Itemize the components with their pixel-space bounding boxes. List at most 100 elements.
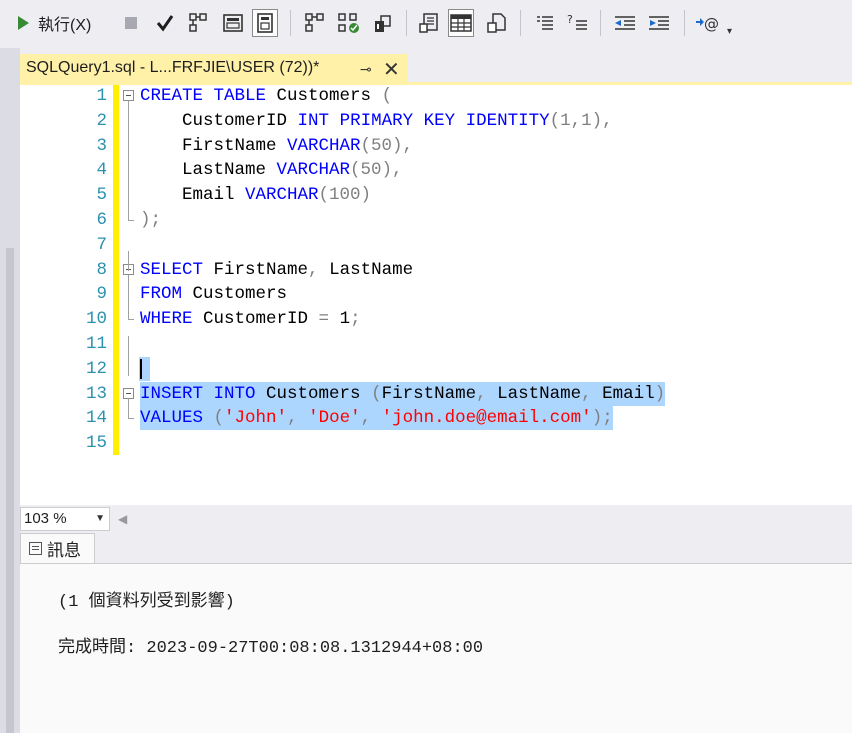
code-line[interactable]: 8 SELECT FirstName, LastName (20, 258, 852, 282)
include-actual-plan-button[interactable] (302, 9, 328, 37)
code-token: , (476, 383, 487, 404)
code-text: ); (140, 208, 161, 232)
decrease-indent-icon (615, 16, 635, 30)
query-options-button[interactable] (220, 9, 246, 37)
left-panel-edge (0, 48, 20, 733)
parse-button[interactable] (152, 9, 178, 37)
editor-status-bar: 103 % ▼ ◀ (20, 505, 852, 533)
messages-icon (29, 542, 42, 555)
code-line[interactable]: 9 FROM Customers (20, 282, 852, 306)
specify-template-values-button[interactable]: @ (694, 9, 720, 37)
code-text: CREATE TABLE Customers ( (140, 84, 392, 108)
parse-checkmark-icon (156, 15, 174, 32)
code-token: (50), (360, 135, 414, 156)
fold-guide-end (128, 319, 134, 321)
query-options-icon (223, 14, 243, 32)
left-scrollbar[interactable] (6, 248, 14, 733)
line-number: 14 (85, 408, 107, 429)
code-line[interactable]: 1 CREATE TABLE Customers ( (20, 84, 852, 108)
line-number: 7 (96, 234, 107, 255)
results-to-file-icon (487, 13, 506, 33)
uncomment-icon: ? (567, 13, 587, 30)
collapse-region-icon[interactable] (123, 90, 134, 101)
zoom-select[interactable]: 103 % ▼ (20, 507, 110, 531)
stop-button[interactable] (118, 9, 144, 37)
code-token: FirstName (381, 383, 477, 404)
code-token: LastName (486, 383, 582, 404)
comment-out-icon (537, 16, 553, 30)
line-number: 5 (96, 185, 107, 206)
code-token: = (318, 309, 330, 330)
specify-template-values-icon: @ (696, 15, 719, 33)
uncomment-button[interactable]: ? (564, 9, 590, 37)
code-line[interactable]: 5 Email VARCHAR(100) (20, 183, 852, 207)
code-token: ); (140, 210, 162, 230)
increase-indent-icon (649, 16, 669, 30)
decrease-indent-button[interactable] (612, 9, 638, 37)
execute-button[interactable]: 執行(X) (12, 9, 108, 37)
client-statistics-button[interactable] (370, 9, 396, 37)
tab-messages[interactable]: 訊息 (20, 533, 95, 563)
fold-guide (128, 274, 129, 320)
results-to-text-button[interactable] (416, 9, 442, 37)
comment-out-button[interactable] (532, 9, 558, 37)
fold-guide (128, 101, 129, 220)
code-token: SELECT (140, 259, 204, 280)
increase-indent-button[interactable] (646, 9, 672, 37)
code-token: INT (297, 110, 330, 131)
live-query-stats-button[interactable] (336, 9, 362, 37)
close-icon[interactable]: ✕ (383, 57, 400, 82)
intellisense-toggle-button[interactable] (252, 9, 278, 37)
code-token: ( (213, 408, 225, 429)
stop-icon (125, 17, 137, 29)
results-to-file-button[interactable] (484, 9, 510, 37)
code-token: CustomerID (140, 110, 298, 131)
code-token: CustomerID (192, 309, 319, 330)
code-token: ; (350, 309, 361, 330)
tab-title: SQLQuery1.sql - L...FRFJIE\USER (72))* (26, 59, 320, 76)
display-estimated-plan-button[interactable] (186, 9, 212, 37)
code-line[interactable]: 11 (20, 332, 852, 356)
code-token: Customers (255, 383, 372, 404)
code-line[interactable]: 14 VALUES ('John', 'Doe', 'john.doe@email… (20, 406, 852, 431)
code-line[interactable]: 15 (20, 431, 852, 455)
execute-label: 執行(X) (38, 17, 92, 34)
code-token: LastName (318, 259, 414, 280)
code-token: IDENTITY (465, 110, 550, 131)
code-token: 'Doe' (308, 408, 361, 429)
collapse-region-icon[interactable] (123, 387, 134, 399)
messages-tab-label: 訊息 (47, 541, 81, 560)
code-line[interactable]: 4 LastName VARCHAR(50), (20, 158, 852, 182)
code-token: Email (140, 185, 246, 206)
line-number: 9 (96, 284, 107, 305)
results-to-grid-icon (450, 14, 472, 32)
line-number: 3 (96, 135, 107, 156)
code-token: Email (591, 383, 655, 404)
scroll-left-icon[interactable]: ◀ (118, 512, 127, 526)
code-token: 'John' (224, 408, 288, 429)
code-line[interactable]: 3 FirstName VARCHAR(50), (20, 134, 852, 158)
code-line[interactable]: 6); (20, 208, 852, 232)
code-line[interactable]: 13 INSERT INTO Customers (FirstName, Last… (20, 381, 852, 406)
code-token: TABLE (213, 86, 267, 106)
code-token: FirstName (140, 135, 288, 156)
query-editor[interactable]: 1 CREATE TABLE Customers (2 CustomerID IN… (20, 85, 852, 505)
tab-sqlquery1[interactable]: SQLQuery1.sql - L...FRFJIE\USER (72))* ⊸… (20, 54, 408, 82)
code-line[interactable]: 2 CustomerID INT PRIMARY KEY IDENTITY(1,… (20, 109, 852, 133)
results-to-grid-button[interactable] (448, 9, 474, 37)
code-token: ); (591, 408, 613, 429)
pin-icon[interactable]: ⊸ (360, 61, 372, 78)
toolbar-options-icon[interactable]: ▾ (727, 26, 732, 37)
code-line[interactable]: 7 (20, 233, 852, 257)
code-text: INSERT INTO Customers (FirstName, LastNa… (140, 381, 666, 406)
completion-time-message: 完成時間: 2023-09-27T00:08:08.1312944+08:00 (58, 639, 484, 658)
line-number: 6 (96, 210, 107, 230)
code-token: WHERE (140, 309, 193, 330)
svg-text:?: ? (567, 13, 573, 26)
fold-guide (128, 336, 129, 376)
code-line[interactable]: 10 WHERE CustomerID = 1; (20, 307, 852, 331)
messages-panel: (1 個資料列受到影響) 完成時間: 2023-09-27T00:08:08.1… (20, 563, 852, 733)
